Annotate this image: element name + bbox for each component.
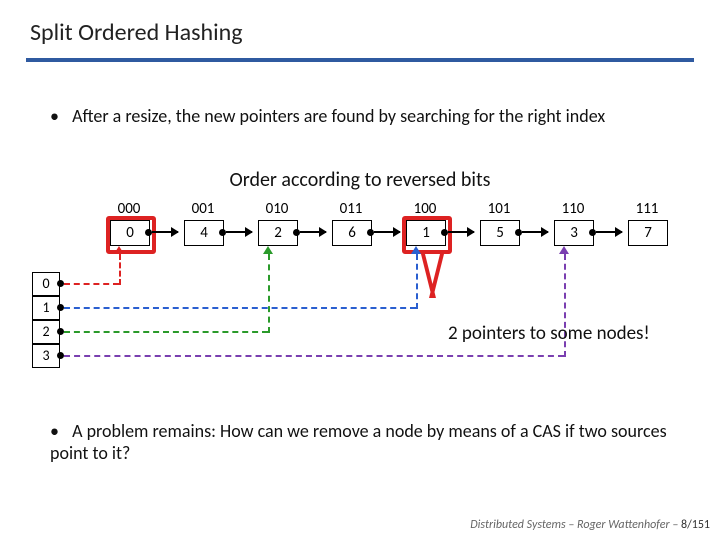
diagram-caption: Order according to reversed bits	[0, 168, 720, 192]
bucket-1: 1	[32, 296, 60, 320]
ptr2-head	[263, 246, 273, 254]
ptr2-v	[268, 254, 270, 333]
node-6-ptr	[589, 229, 596, 236]
bucket-0-dot	[57, 280, 64, 287]
ptr0-h	[64, 283, 119, 285]
slide-title: Split Ordered Hashing	[30, 18, 242, 47]
bucket-0: 0	[32, 272, 60, 296]
node-5: 5	[480, 220, 520, 246]
ptr0-v	[119, 254, 121, 285]
node-2-bits: 010	[258, 200, 296, 218]
footer: Distributed Systems – Roger Wattenhofer …	[470, 518, 710, 532]
node-4-bits: 100	[406, 200, 444, 218]
node-3: 6	[332, 220, 372, 246]
ptr1-h	[64, 307, 416, 309]
node-1: 4	[184, 220, 224, 246]
node-0-ptr	[145, 229, 152, 236]
title-rule	[26, 58, 694, 62]
node-3-bits: 011	[332, 200, 370, 218]
arrow-2-3	[300, 231, 326, 233]
red-vright	[429, 250, 445, 298]
ptr1-head	[411, 246, 421, 254]
arrow-0-1	[152, 231, 178, 233]
ptr2-h	[64, 331, 268, 333]
annotation-note: 2 pointers to some nodes!	[448, 322, 650, 345]
bullet-2: • A problem remains: How can we remove a…	[50, 420, 680, 464]
node-0: 0	[110, 220, 150, 246]
node-6-bits: 110	[554, 200, 592, 218]
node-2: 2	[258, 220, 298, 246]
arrow-5-6	[522, 231, 548, 233]
bucket-3-dot	[57, 352, 64, 359]
arrow-6-7	[596, 231, 622, 233]
node-3-ptr	[367, 229, 374, 236]
node-1-ptr	[219, 229, 226, 236]
footer-page: 8/151	[681, 518, 710, 532]
ptr3-head	[559, 246, 569, 254]
bullet-2-text: A problem remains: How can we remove a n…	[50, 420, 667, 464]
node-5-bits: 101	[480, 200, 518, 218]
arrow-1-2	[226, 231, 252, 233]
bullet-1: • After a resize, the new pointers are f…	[50, 105, 680, 127]
node-4: 1	[406, 220, 446, 246]
node-1-bits: 001	[184, 200, 222, 218]
node-7-bits: 111	[628, 200, 666, 218]
bucket-1-dot	[57, 304, 64, 311]
bullet-1-text: After a resize, the new pointers are fou…	[72, 105, 605, 127]
node-5-ptr	[515, 229, 522, 236]
node-0-bits: 000	[110, 200, 148, 218]
ptr3-h	[64, 355, 564, 357]
node-2-ptr	[293, 229, 300, 236]
arrow-3-4	[374, 231, 400, 233]
ptr1-v	[416, 254, 418, 309]
bullet-2-dot: •	[50, 420, 68, 442]
node-4-ptr	[441, 229, 448, 236]
arrow-4-5	[448, 231, 474, 233]
bucket-3: 3	[32, 344, 60, 368]
bucket-2: 2	[32, 320, 60, 344]
bucket-2-dot	[57, 328, 64, 335]
node-7: 7	[628, 220, 668, 246]
footer-course: Distributed Systems – Roger Wattenhofer …	[470, 518, 678, 532]
ptr0-head	[114, 246, 124, 254]
node-6: 3	[554, 220, 594, 246]
bullet-1-dot: •	[50, 105, 68, 127]
